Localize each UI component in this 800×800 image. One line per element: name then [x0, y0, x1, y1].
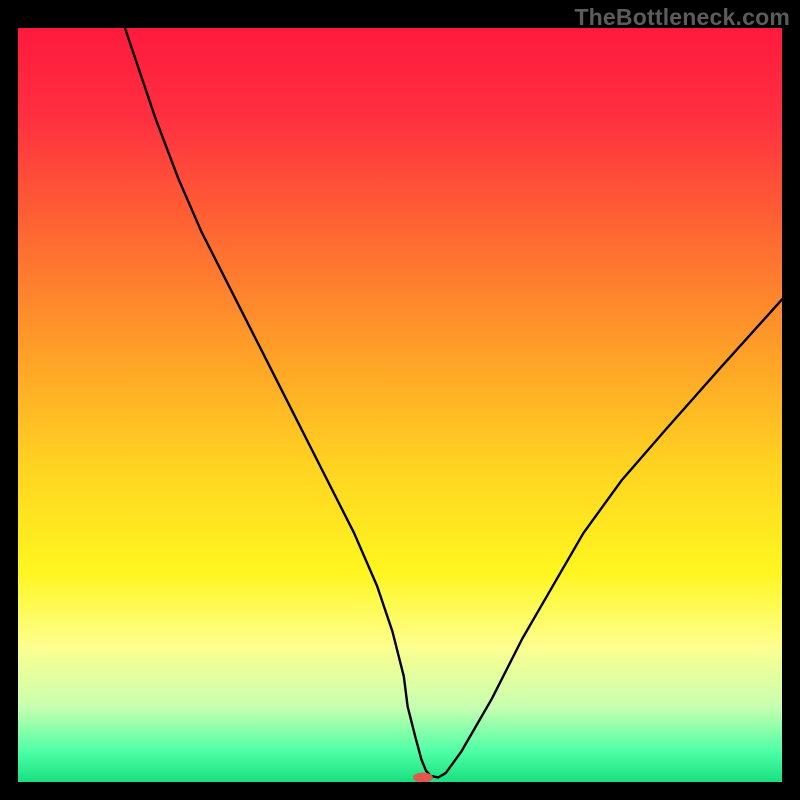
watermark-text: TheBottleneck.com — [574, 4, 790, 31]
gradient-background — [18, 28, 782, 782]
chart-frame: TheBottleneck.com — [0, 0, 800, 800]
plot-area — [18, 28, 782, 782]
chart-svg — [18, 28, 782, 782]
